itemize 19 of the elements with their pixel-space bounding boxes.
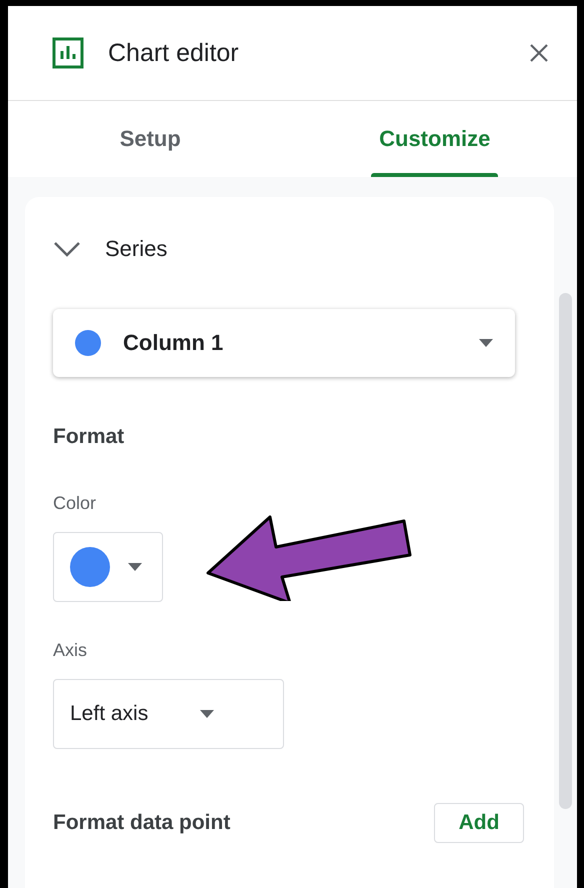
tab[interactable]: Customize <box>292 101 577 177</box>
axis-dropdown[interactable]: Left axis <box>53 679 284 749</box>
section-heading: Format data point <box>53 811 230 835</box>
chart-icon <box>52 37 84 69</box>
window-title: Chart editor <box>108 38 240 68</box>
caret-icon <box>128 563 142 571</box>
tab[interactable]: Setup <box>8 101 292 177</box>
field-label: Color <box>53 493 98 514</box>
series-dropdown[interactable]: Column 1 <box>53 309 515 377</box>
caret-icon <box>479 339 493 347</box>
field-label: Axis <box>53 640 88 661</box>
chevron-icon <box>53 241 81 257</box>
add-button[interactable]: Add <box>434 803 524 843</box>
section-heading: Format <box>53 425 126 449</box>
caret-icon <box>200 710 214 718</box>
series-section-header[interactable]: Series <box>53 225 168 273</box>
scrollbar[interactable] <box>559 293 572 809</box>
close-icon[interactable] <box>529 43 549 63</box>
color-picker[interactable] <box>53 532 163 602</box>
